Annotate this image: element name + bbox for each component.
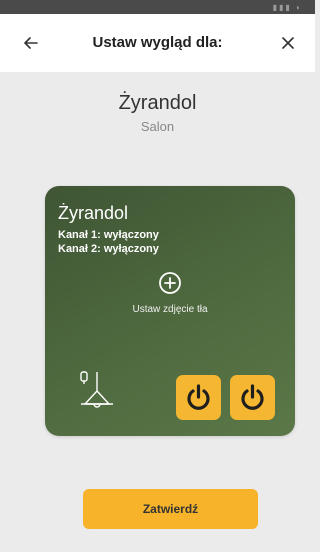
- device-room: Salon: [140, 119, 175, 134]
- device-name: Żyrandol: [118, 92, 197, 114]
- power-icon: [187, 384, 210, 410]
- status-icons: ▮▮▮ ◐: [272, 3, 303, 12]
- close-button[interactable]: [277, 32, 299, 54]
- confirm-button[interactable]: Zatwierdź: [83, 489, 258, 529]
- add-background-photo-button[interactable]: [158, 271, 182, 295]
- close-icon: [282, 37, 294, 49]
- card-channel-1-status: Kanał 1: wyłączony: [58, 229, 159, 241]
- chandelier-icon: [75, 371, 115, 409]
- device-card-preview: Żyrandol Kanał 1: wyłączony Kanał 2: wył…: [45, 186, 295, 436]
- plus-circle-icon: [159, 272, 181, 294]
- app-header: Ustaw wygląd dla:: [0, 14, 315, 72]
- status-bar: ▮▮▮ ◐: [0, 0, 315, 14]
- power-icon: [241, 384, 264, 410]
- add-background-photo-label[interactable]: Ustaw zdjęcie tła: [45, 304, 295, 315]
- power-button-channel-2[interactable]: [230, 375, 275, 420]
- power-button-channel-1[interactable]: [176, 375, 221, 420]
- card-device-name: Żyrandol: [58, 203, 129, 223]
- page-title: Ustaw wygląd dla:: [92, 34, 223, 51]
- card-channel-2-status: Kanał 2: wyłączony: [58, 243, 159, 255]
